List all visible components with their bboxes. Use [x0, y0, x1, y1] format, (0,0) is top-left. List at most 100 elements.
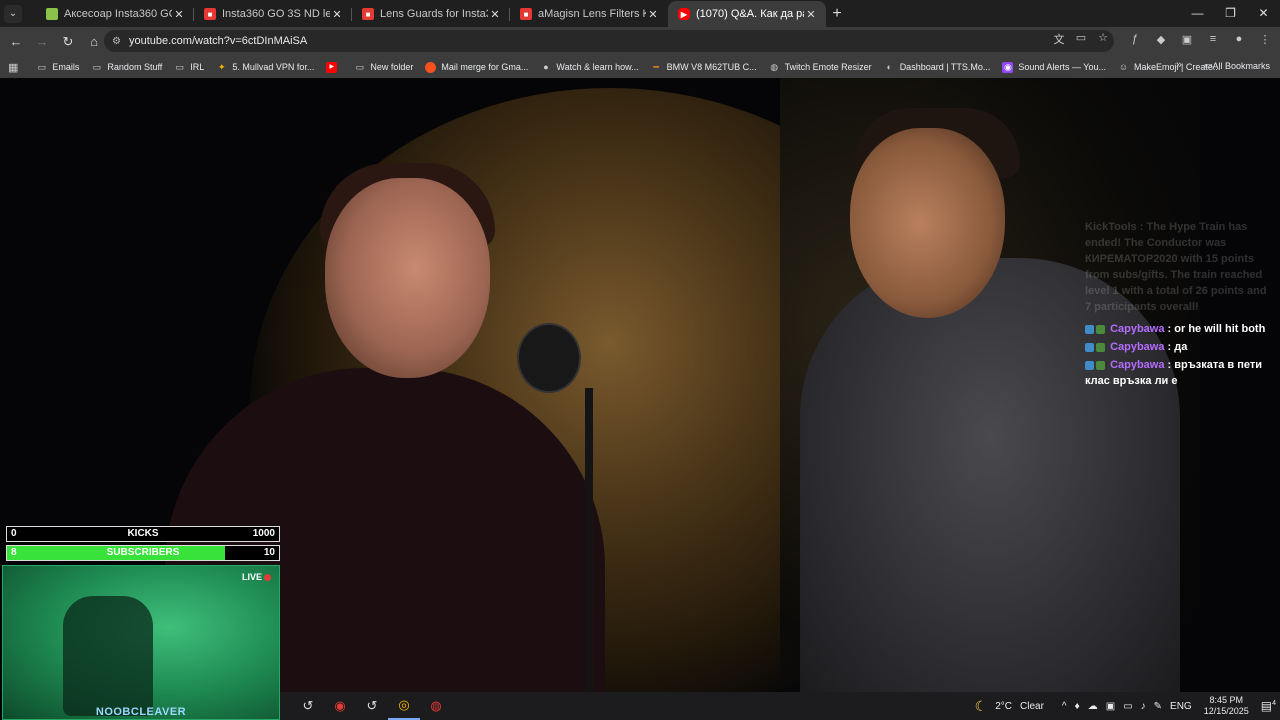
- extension-icon[interactable]: ◆: [1154, 33, 1168, 46]
- extensions-puzzle-icon[interactable]: ▣: [1180, 33, 1194, 46]
- tab-strip: ⌄ Аксесоар Insta360 GO 3S Lens ✕ ■ Insta…: [0, 0, 1280, 27]
- site-info-icon[interactable]: ⚙: [112, 36, 121, 47]
- tab-search-button[interactable]: ⌄: [4, 4, 22, 23]
- display-icon[interactable]: ▣: [1106, 701, 1115, 712]
- weather-moon-icon: ☾: [974, 697, 988, 714]
- mic-stand: [585, 388, 593, 692]
- youtube-icon: ▶: [326, 61, 338, 73]
- profile-avatar-icon[interactable]: ●: [1232, 33, 1246, 46]
- bookmark-dashboard[interactable]: ◐ Dashboard | TTS.Mo...: [884, 61, 990, 73]
- microphone: [517, 323, 581, 393]
- subscribers-goal: 10: [263, 547, 275, 558]
- browser-toolbar: ← → ↻ ⌂ ⚙ youtube.com/watch?v=6ctDInMAiS…: [0, 27, 1280, 56]
- bookmark-mail-merge[interactable]: Mail merge for Gma...: [425, 61, 528, 73]
- bookmark-watch-learn[interactable]: ● Watch & learn how...: [540, 62, 638, 73]
- language-indicator[interactable]: ENG: [1170, 701, 1192, 712]
- apps-grid-icon[interactable]: ▦: [8, 61, 18, 74]
- subscribers-label: SUBSCRIBERS: [106, 547, 180, 558]
- chat-message: Capybawa : or he will hit both: [1085, 321, 1275, 337]
- all-bookmarks[interactable]: ▭ All Bookmarks: [1204, 60, 1270, 71]
- tab-close-icon[interactable]: ✕: [804, 8, 818, 21]
- taskbar: ↺ ◉ ↺ ◎ ◍ ☾ 2°C Clear ^ ♦ ☁ ▣ ▭ ♪ ✎ ENG …: [280, 692, 1280, 720]
- address-bar[interactable]: ⚙ youtube.com/watch?v=6ctDInMAiSA: [104, 30, 1114, 52]
- minimize-icon[interactable]: —: [1181, 0, 1214, 27]
- menu-kebab-icon[interactable]: ⋮: [1258, 33, 1272, 46]
- formula-extension-icon[interactable]: ƒ: [1128, 33, 1142, 46]
- pen-icon[interactable]: ✎: [1154, 701, 1162, 712]
- mail-merge-icon: [425, 61, 437, 73]
- more-bookmarks-icon[interactable]: »: [1176, 59, 1182, 71]
- home-icon[interactable]: ⌂: [82, 34, 106, 49]
- close-window-icon[interactable]: ✕: [1247, 0, 1280, 27]
- tab-title: Lens Guards for Insta360 GO 3S: [380, 8, 488, 20]
- window-controls: — ❐ ✕: [1181, 0, 1280, 27]
- tab-title: Insta360 GO 3S ND lense guard: [222, 8, 330, 20]
- live-dot-icon: [264, 574, 271, 582]
- tab-close-icon[interactable]: ✕: [330, 8, 344, 21]
- bookmark-new-folder[interactable]: ▭ New folder: [354, 62, 414, 73]
- bookmark-bmw[interactable]: ━ BMW V8 M62TUB C...: [651, 62, 756, 73]
- makeemoji-icon: ☺: [1118, 61, 1129, 72]
- bookmark-sound-alerts[interactable]: ◉ Sound Alerts — You...: [1002, 61, 1106, 73]
- bookmark-youtube[interactable]: ▶: [326, 61, 342, 73]
- translate-icon[interactable]: 文: [1052, 31, 1066, 47]
- cast-icon[interactable]: ▭: [1074, 31, 1088, 47]
- twitch-icon: ◍: [770, 61, 779, 72]
- system-tray: ☾ 2°C Clear ^ ♦ ☁ ▣ ▭ ♪ ✎ ENG 8:45 PM 12…: [971, 692, 1280, 720]
- tab-favicon-icon: [46, 8, 58, 20]
- sub-badge-icon: [1096, 342, 1105, 352]
- bookmarks-bar: ▦ ▭ Emails ▭ Random Stuff ▭ IRL ✦ 5. Mullvad…: [0, 56, 1280, 78]
- bookmark-star-icon[interactable]: ☆: [1096, 31, 1110, 47]
- browser-window: ⌄ Аксесоар Insta360 GO 3S Lens ✕ ■ Insta…: [0, 0, 1280, 720]
- kick-badge-icon: [1085, 342, 1094, 352]
- mullvad-icon: ✦: [218, 61, 226, 72]
- restore-icon[interactable]: ❐: [1214, 0, 1247, 27]
- tab-close-icon[interactable]: ✕: [646, 8, 660, 21]
- tab-title: (1070) Q&A. Как да разпоз: [696, 8, 804, 20]
- tab-3[interactable]: ■ aMagisn Lens Filters Kits For 360 ✕: [510, 1, 668, 27]
- taskbar-app-chrome-profile-icon[interactable]: ◉: [324, 692, 356, 720]
- webcam-overlay: LIVE NOOBCLEAVER: [2, 565, 280, 720]
- bookmark-random-stuff[interactable]: ▭ Random Stuff: [91, 62, 163, 73]
- tab-0[interactable]: Аксесоар Insta360 GO 3S Lens ✕: [36, 1, 194, 27]
- back-icon[interactable]: ←: [4, 34, 28, 49]
- bookmark-mullvad[interactable]: ✦ 5. Mullvad VPN for...: [216, 62, 314, 73]
- bookmark-twitch-emote[interactable]: ◍ Twitch Emote Resizer: [769, 61, 871, 73]
- bookmark-irl[interactable]: ▭ IRL: [174, 62, 205, 73]
- volume-icon[interactable]: ♪: [1141, 701, 1146, 712]
- kicks-goal: 1000: [252, 528, 275, 539]
- notifications-icon[interactable]: ▤4: [1261, 699, 1276, 713]
- reading-list-icon[interactable]: ≡: [1206, 33, 1220, 46]
- clock[interactable]: 8:45 PM 12/15/2025: [1204, 695, 1249, 717]
- reload-icon[interactable]: ↻: [56, 34, 80, 50]
- onedrive-icon[interactable]: ☁: [1088, 701, 1098, 712]
- new-tab-button[interactable]: +: [826, 5, 848, 23]
- taskbar-app-obs-icon[interactable]: ◍: [420, 692, 452, 720]
- tab-1[interactable]: ■ Insta360 GO 3S ND lense guard ✕: [194, 1, 352, 27]
- taskbar-app-chrome-icon[interactable]: ◎: [388, 692, 420, 720]
- chat-overlay: KickTools : The Hype Train has ended! Th…: [1085, 219, 1275, 389]
- kick-badge-icon: [1085, 324, 1094, 334]
- kick-badge-icon: [1085, 360, 1094, 370]
- microphone-tray-icon[interactable]: ♦: [1075, 701, 1080, 712]
- man-face: [850, 128, 1005, 318]
- watch-icon: ●: [543, 61, 549, 72]
- tab-title: aMagisn Lens Filters Kits For 360: [538, 8, 646, 20]
- url-text: youtube.com/watch?v=6ctDInMAiSA: [128, 35, 308, 47]
- taskbar-app-logitech-icon[interactable]: ↺: [292, 692, 324, 720]
- tab-close-icon[interactable]: ✕: [172, 8, 186, 21]
- dashboard-icon: ◐: [886, 61, 892, 72]
- tray-chevron-icon[interactable]: ^: [1062, 701, 1067, 712]
- tab-2[interactable]: ■ Lens Guards for Insta360 GO 3S ✕: [352, 1, 510, 27]
- sub-badge-icon: [1096, 360, 1105, 370]
- tab-4-active[interactable]: ▶ (1070) Q&A. Как да разпоз ✕: [668, 1, 826, 27]
- streamer-name: NOOBCLEAVER: [95, 706, 187, 718]
- taskbar-app-logitech2-icon[interactable]: ↺: [356, 692, 388, 720]
- forward-icon[interactable]: →: [30, 34, 54, 49]
- tab-close-icon[interactable]: ✕: [488, 8, 502, 21]
- gaming-chair: [63, 596, 153, 716]
- extensions-area: ƒ ◆ ▣ ≡ ● ⋮: [1128, 33, 1272, 46]
- bookmark-emails[interactable]: ▭ Emails: [36, 62, 80, 73]
- network-icon[interactable]: ▭: [1123, 701, 1132, 712]
- omnibox-actions: 文 ▭ ☆: [1052, 31, 1110, 47]
